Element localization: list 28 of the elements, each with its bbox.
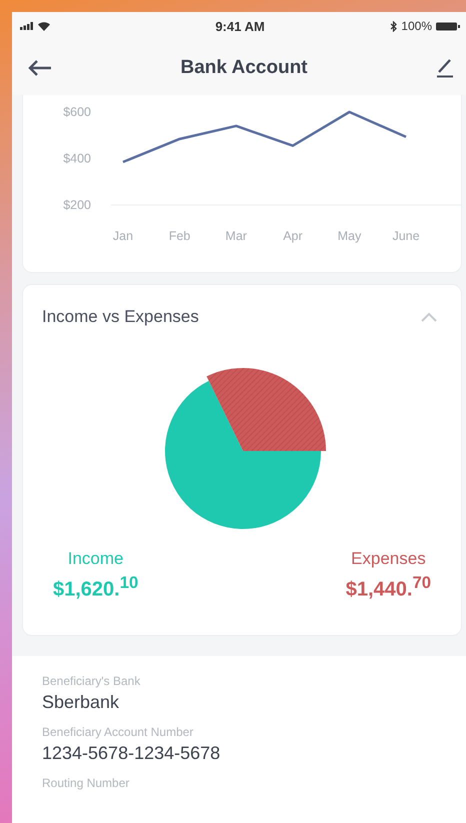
status-time: 9:41 AM [215, 18, 265, 34]
screen-title: Bank Account [180, 56, 308, 78]
axis-label: $200 [63, 198, 91, 212]
signal-icon [20, 22, 34, 30]
wifi-icon [38, 22, 50, 30]
pencil-icon [436, 58, 454, 78]
field-label: Beneficiary's Bank [42, 674, 142, 688]
axis-label: $400 [63, 152, 91, 166]
amount: $1,440.$^{70}$ [346, 573, 431, 602]
axis-label: Jan [112, 229, 134, 243]
field-label: Beneficiary Account Number [42, 725, 194, 739]
field-label: Routing Number [42, 776, 130, 790]
field-value: 1234-5678-1234-5678 [42, 743, 222, 764]
axis-label: June [392, 229, 420, 243]
battery-percent: 100% [401, 19, 432, 33]
axis-label: Apr [283, 229, 303, 243]
axis-label: Feb [168, 229, 190, 243]
battery-icon [436, 22, 460, 30]
field-value: Sberbank [42, 692, 120, 713]
axis-label: May [338, 229, 362, 243]
axis-label: Mar [225, 229, 247, 243]
bluetooth-icon [390, 20, 398, 32]
amount: $1,620.$^{10}$ [53, 573, 138, 602]
card-title: Income vs Expenses [42, 307, 199, 327]
back-arrow-icon [28, 58, 52, 76]
legend-label: Expenses [351, 549, 426, 569]
axis-label: $600 [63, 105, 91, 119]
legend-label: Income [68, 549, 124, 569]
